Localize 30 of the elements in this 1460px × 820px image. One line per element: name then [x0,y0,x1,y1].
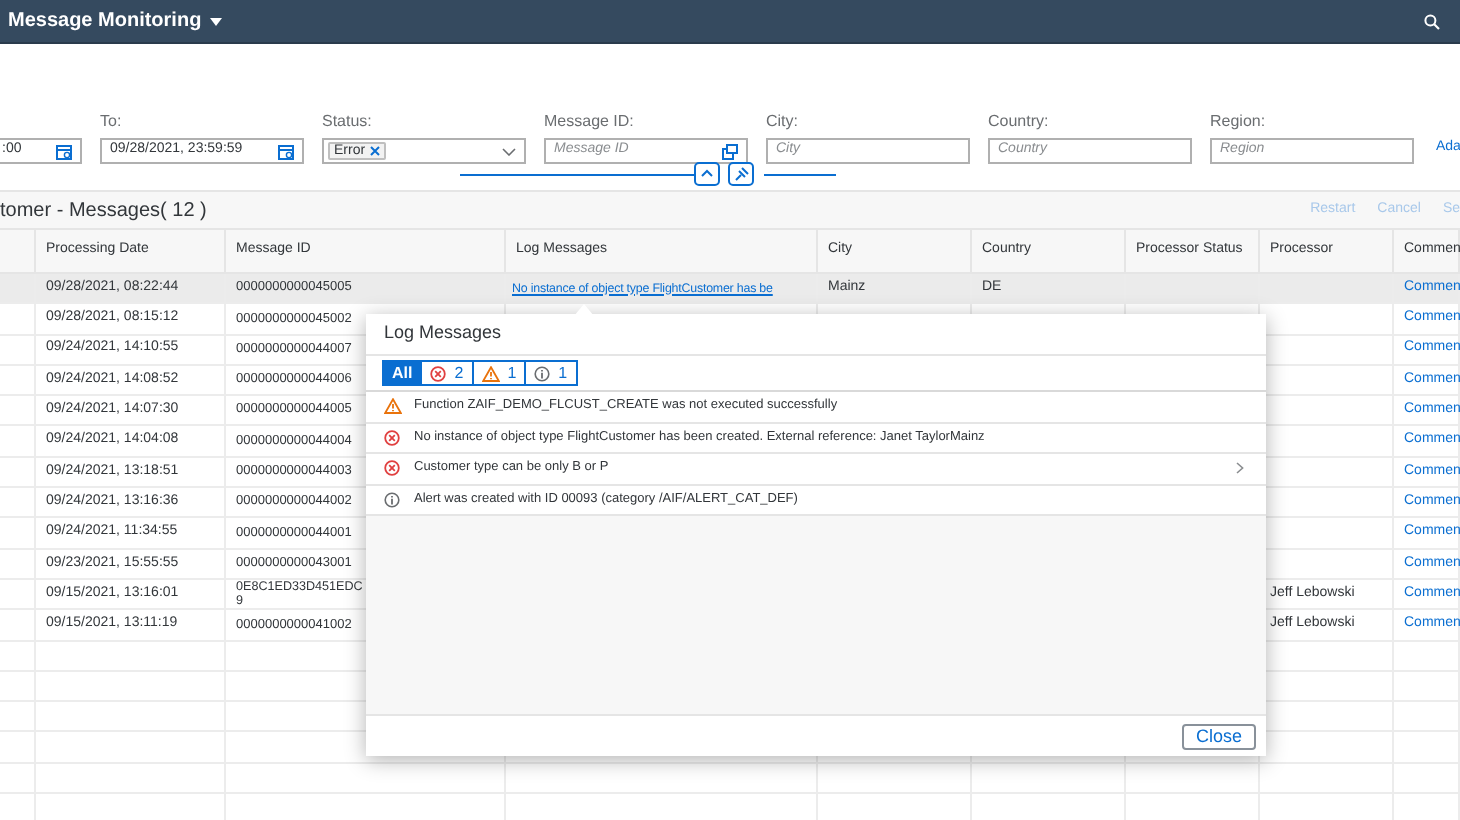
error-icon [430,365,447,381]
filter-segment[interactable]: 1 [473,360,527,386]
warning-icon [384,398,402,415]
close-button[interactable]: Close [1181,723,1256,749]
filter-label: Country: [988,114,1051,130]
filter-label: Status: [322,114,374,130]
info-icon [534,365,551,381]
calendar-icon[interactable] [278,143,294,159]
error-icon [384,429,402,446]
calendar-icon[interactable] [56,143,72,159]
pin-button[interactable] [728,162,754,186]
search-icon[interactable] [1424,13,1440,29]
filter-segment[interactable]: 2 [422,360,474,386]
filter-segment[interactable]: 1 [526,360,578,386]
filter-label: To: [100,114,124,130]
filter-label: City: [766,114,800,130]
collapse-button[interactable] [694,162,720,186]
popover-title: Log Messages [384,320,502,347]
remove-icon[interactable] [369,146,380,156]
caret-icon[interactable] [209,17,222,25]
warning-icon [481,365,500,381]
app-title[interactable]: Message Monitoring [8,6,202,36]
filter-label: Message ID: [544,114,636,130]
value-help-icon[interactable] [722,143,738,159]
info-icon [384,491,402,508]
error-icon [384,460,402,477]
filter-label: Region: [1210,114,1268,130]
filter-segment[interactable]: All [382,360,423,386]
dropdown-icon[interactable] [502,147,516,155]
table-title: tomer - Messages( 12 ) [0,197,207,225]
